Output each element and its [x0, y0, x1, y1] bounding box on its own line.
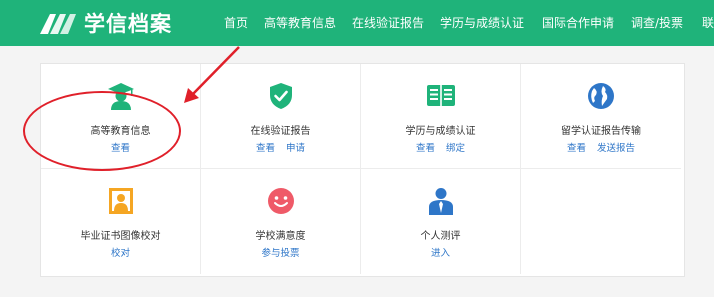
card-title: 学校满意度: [255, 231, 306, 242]
nav-degree-certification[interactable]: 学历与成绩认证: [440, 14, 524, 31]
nav-online-verification[interactable]: 在线验证报告: [352, 14, 424, 31]
nav-more[interactable]: 联: [702, 14, 714, 31]
view-link[interactable]: 查看: [416, 143, 435, 154]
card-certificate-image-check[interactable]: 毕业证书图像校对 校对: [41, 169, 201, 274]
card-title: 在线验证报告: [250, 126, 311, 137]
vote-link[interactable]: 参与投票: [261, 248, 299, 259]
apply-link[interactable]: 申请: [286, 143, 305, 154]
nav-international-cooperation[interactable]: 国际合作申请: [542, 14, 614, 31]
view-link[interactable]: 查看: [256, 143, 275, 154]
card-study-abroad-report[interactable]: 留学认证报告传输 查看 发送报告: [521, 64, 681, 169]
card-title: 个人测评: [420, 231, 461, 242]
send-report-link[interactable]: 发送报告: [597, 143, 635, 154]
globe-icon: [588, 83, 614, 109]
portrait-icon: [108, 188, 133, 214]
main-nav: 首页 高等教育信息 在线验证报告 学历与成绩认证 国际合作申请 调查/投票 联: [0, 0, 714, 46]
shield-check-icon: [269, 83, 292, 109]
card-title: 留学认证报告传输: [561, 126, 641, 137]
card-school-satisfaction[interactable]: 学校满意度 参与投票: [201, 169, 361, 274]
card-online-verification[interactable]: 在线验证报告 查看 申请: [201, 64, 361, 169]
person-icon: [428, 188, 453, 215]
top-navigation-bar: 学信档案 首页 高等教育信息 在线验证报告 学历与成绩认证 国际合作申请 调查/…: [0, 0, 714, 46]
check-link[interactable]: 校对: [111, 248, 130, 259]
bind-link[interactable]: 绑定: [446, 143, 465, 154]
card-title: 毕业证书图像校对: [80, 231, 161, 242]
smile-icon: [267, 188, 294, 214]
card-personal-assessment[interactable]: 个人测评 进入: [361, 169, 521, 274]
annotation-circle: [23, 91, 181, 171]
nav-home[interactable]: 首页: [224, 14, 248, 31]
nav-higher-education[interactable]: 高等教育信息: [264, 14, 336, 31]
card-degree-certification[interactable]: 学历与成绩认证 查看 绑定: [361, 64, 521, 169]
card-title: 学历与成绩认证: [405, 126, 476, 137]
enter-link[interactable]: 进入: [431, 248, 450, 259]
view-link[interactable]: 查看: [567, 143, 586, 154]
nav-survey-vote[interactable]: 调查/投票: [631, 14, 683, 31]
book-icon: [426, 85, 455, 106]
empty-cell: [521, 169, 681, 274]
